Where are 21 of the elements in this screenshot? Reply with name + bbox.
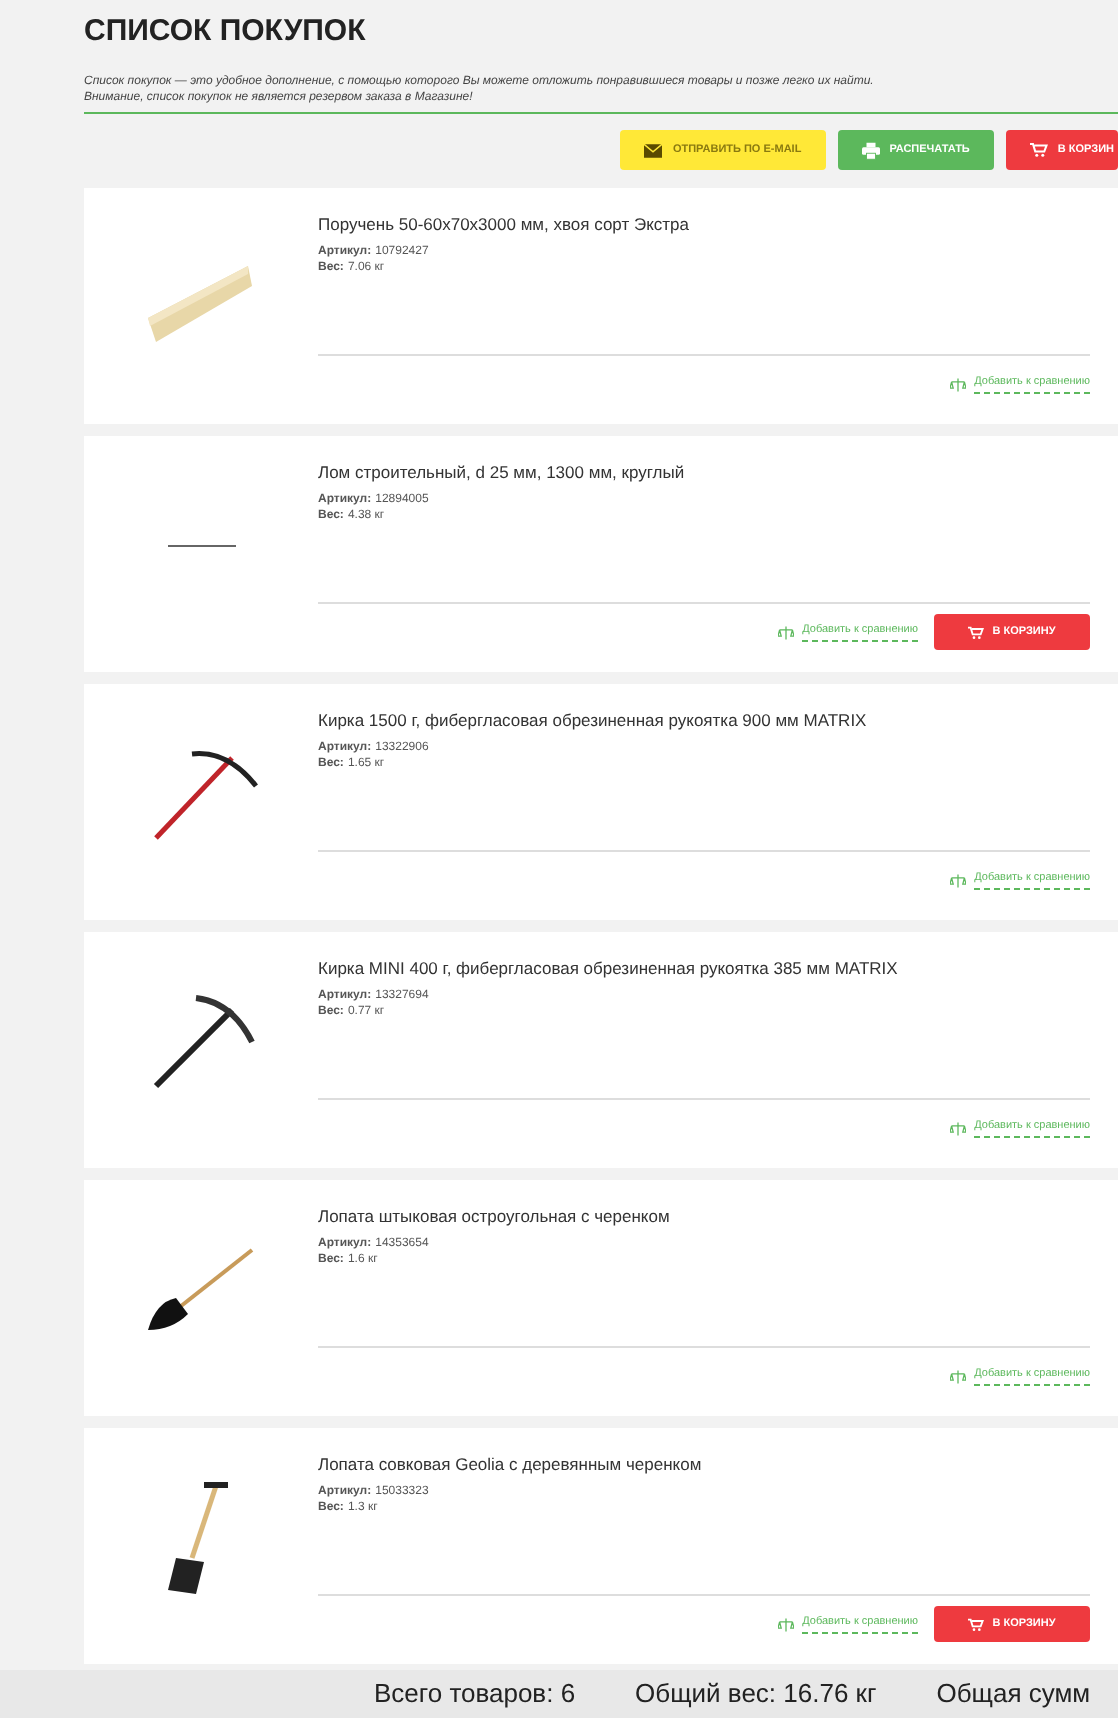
scales-icon [950, 377, 967, 391]
printer-icon [861, 141, 880, 159]
scales-icon [950, 1369, 967, 1383]
page-title: СПИСОК ПОКУПОК [84, 12, 368, 52]
cart-icon [1029, 142, 1048, 158]
scales-icon [778, 1617, 795, 1631]
scales-icon [778, 625, 795, 639]
scales-icon [950, 873, 967, 887]
summary-text: Общая сумм [936, 1676, 1091, 1713]
product-name[interactable]: Лопата совковая Geolia с деревянным черенком [318, 1452, 1090, 1476]
envelope-icon [644, 143, 663, 157]
cart-icon [968, 625, 985, 639]
product-name[interactable]: Лом строительный, d 25 мм, 1300 мм, круглый [318, 460, 1090, 484]
summary-text: Общий вес: 16.76 кг [635, 1676, 877, 1713]
product-name[interactable]: Кирка MINI 400 г, фибергласовая обрезиненная рукоятка 385 мм MATRIX [318, 956, 1090, 980]
summary-text: Всего товаров: 6 [374, 1676, 576, 1713]
cart-icon [968, 1617, 985, 1631]
product-name[interactable]: Кирка 1500 г, фибергласовая обрезиненная рукоятка 900 мм MATRIX [318, 708, 1090, 732]
scales-icon [950, 1121, 967, 1135]
product-name[interactable]: Лопата штыковая остроугольная с черенком [318, 1204, 1090, 1228]
product-name[interactable]: Поручень 50-60x70x3000 мм, хвоя сорт Экстра [318, 212, 1090, 236]
